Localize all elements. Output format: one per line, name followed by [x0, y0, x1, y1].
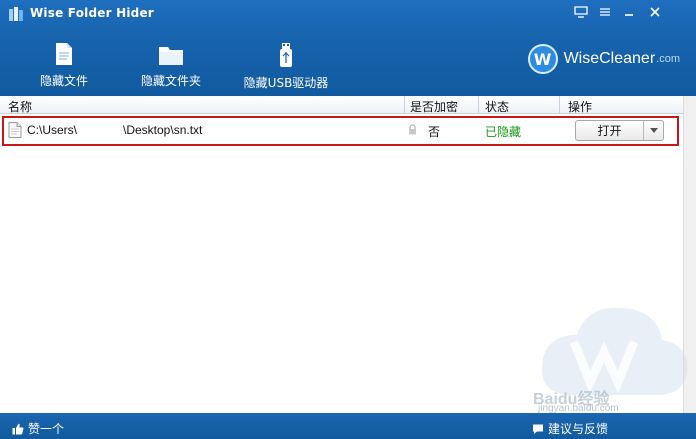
lock-icon [409, 124, 416, 135]
speech-bubble-icon [533, 424, 543, 434]
watermark-text: Baidu经验 [533, 391, 610, 408]
header-bar: Wise Folder Hider 隐藏文件 隐藏文件夹 隐藏USB驱动器 W … [0, 0, 696, 96]
wisecleaner-logo-icon: W [527, 44, 558, 74]
like-label: 赞一个 [28, 422, 65, 436]
text-file-icon [8, 122, 22, 138]
feedback-label: 建议与反馈 [548, 422, 609, 436]
minimize-icon[interactable] [618, 2, 640, 22]
file-icon [56, 43, 72, 65]
column-header-action[interactable]: 操作 [568, 98, 592, 115]
table-row[interactable]: C:\Users\ \Desktop\sn.txt 否 已隐藏 打开 [0, 114, 683, 146]
table-header: 名称 是否加密 状态 操作 [0, 96, 683, 114]
hide-folder-button[interactable]: 隐藏文件夹 [140, 42, 202, 90]
hide-folder-label: 隐藏文件夹 [140, 74, 201, 88]
like-button[interactable]: 赞一个 [12, 420, 64, 437]
hide-file-label: 隐藏文件 [39, 74, 88, 88]
column-divider[interactable] [404, 96, 405, 114]
title-bar: Wise Folder Hider [0, 0, 696, 28]
column-header-name[interactable]: 名称 [8, 98, 32, 115]
feedback-button[interactable]: 建议与反馈 [532, 420, 608, 437]
menu-icon[interactable] [594, 2, 616, 22]
brand-name: WiseCleaner [563, 50, 656, 67]
open-split-button: 打开 [575, 120, 664, 141]
open-button[interactable]: 打开 [576, 121, 643, 140]
column-header-status[interactable]: 状态 [485, 98, 509, 115]
usb-drive-icon [280, 43, 292, 67]
status-badge: 已隐藏 [485, 125, 522, 139]
folder-icon [159, 47, 183, 65]
column-divider[interactable] [559, 96, 560, 114]
column-divider[interactable] [478, 96, 479, 114]
thumbs-up-icon [12, 423, 24, 434]
close-icon[interactable] [644, 2, 666, 22]
footer-bar: 赞一个 建议与反馈 [0, 413, 696, 439]
encrypted-value: 否 [428, 125, 441, 139]
wisecleaner-brand[interactable]: W WiseCleaner .com [527, 42, 680, 76]
brand-domain: .com [656, 53, 680, 65]
hide-usb-button[interactable]: 隐藏USB驱动器 [238, 42, 334, 90]
baidu-watermark-icon [542, 307, 688, 395]
skin-icon[interactable] [570, 2, 592, 22]
file-path-end: \Desktop\sn.txt [123, 123, 203, 137]
column-header-encrypted[interactable]: 是否加密 [410, 98, 458, 115]
vertical-scrollbar[interactable] [683, 96, 696, 413]
app-title: Wise Folder Hider [30, 6, 154, 20]
hide-file-button[interactable]: 隐藏文件 [38, 42, 90, 90]
app-logo-icon [8, 6, 24, 22]
chevron-down-icon[interactable] [643, 121, 663, 140]
file-path-start: C:\Users\ [27, 123, 78, 137]
hide-usb-label: 隐藏USB驱动器 [243, 76, 329, 90]
